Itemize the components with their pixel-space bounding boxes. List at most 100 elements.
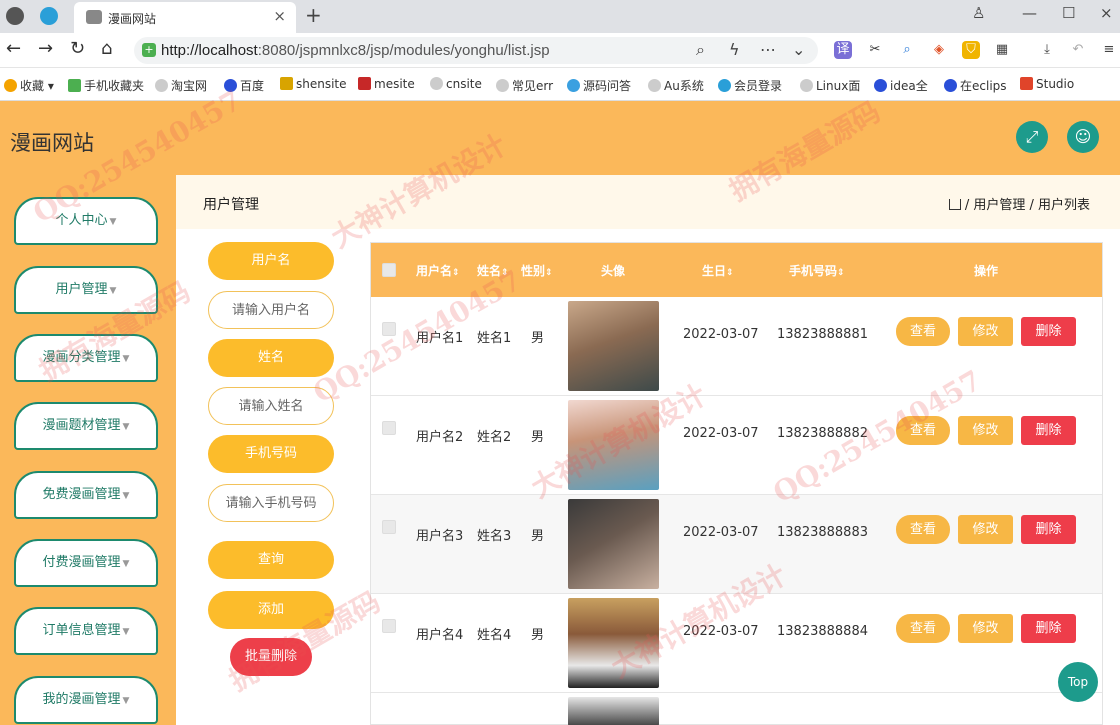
sidebar-item-users[interactable]: 用户管理 ▼: [14, 266, 158, 314]
bookmark-item[interactable]: 淘宝网: [155, 77, 207, 94]
fullscreen-icon[interactable]: ⤢: [1016, 121, 1048, 153]
scissors-icon[interactable]: ✂: [866, 41, 884, 59]
view-button[interactable]: 查看: [896, 317, 950, 346]
bookmark-item[interactable]: cnsite: [430, 77, 482, 91]
minimize-icon[interactable]: —: [1022, 4, 1037, 22]
bookmark-item[interactable]: 会员登录: [718, 77, 782, 94]
bookmark-item[interactable]: idea全: [874, 77, 928, 94]
telegram-icon[interactable]: [40, 7, 58, 25]
sidebar-item-free-comics[interactable]: 免费漫画管理 ▼: [14, 471, 158, 519]
bookmark-item[interactable]: shensite: [280, 77, 347, 91]
back-to-top-button[interactable]: Top: [1058, 662, 1098, 702]
lightning-icon[interactable]: ϟ: [729, 40, 740, 59]
menu-icon[interactable]: ≡: [1100, 41, 1118, 59]
chevron-down-icon[interactable]: ⌄: [792, 40, 805, 59]
browser-tab[interactable]: 漫画网站 ×: [74, 2, 296, 33]
translate-icon[interactable]: 译: [834, 41, 852, 59]
avatar: [568, 697, 659, 725]
bookmark-item[interactable]: 收藏 ▾: [4, 77, 54, 94]
caret-down-icon: ▼: [122, 627, 130, 637]
bookmark-item[interactable]: 百度: [224, 77, 264, 94]
view-button[interactable]: 查看: [896, 416, 950, 445]
sidebar-item-paid-comics[interactable]: 付费漫画管理 ▼: [14, 539, 158, 587]
bookmark-item[interactable]: mesite: [358, 77, 415, 91]
row-checkbox[interactable]: [382, 421, 396, 435]
url-field[interactable]: + http://localhost:8080/jspmnlxc8/jsp/mo…: [134, 37, 818, 64]
search-ext-icon[interactable]: ⌕: [898, 41, 916, 59]
query-button[interactable]: 查询: [208, 541, 334, 579]
header-phone[interactable]: 手机号码⇕: [789, 262, 845, 279]
avatar: [568, 499, 659, 589]
view-button[interactable]: 查看: [896, 515, 950, 544]
new-tab-icon[interactable]: +: [305, 3, 322, 27]
row-checkbox[interactable]: [382, 322, 396, 336]
delete-button[interactable]: 删除: [1021, 317, 1076, 346]
game-icon[interactable]: ◈: [930, 41, 948, 59]
bookmark-item[interactable]: Linux面: [800, 77, 860, 94]
forward-icon[interactable]: →: [38, 38, 53, 59]
bookmark-item[interactable]: 在eclips: [944, 77, 1007, 94]
select-all-checkbox[interactable]: [382, 263, 396, 277]
delete-button[interactable]: 删除: [1021, 614, 1076, 643]
zoom-icon[interactable]: ⌕: [696, 40, 705, 60]
browser-profile-icon[interactable]: [6, 7, 24, 25]
cell-username: 用户名3: [416, 529, 464, 544]
shield-icon[interactable]: ⛉: [962, 41, 980, 59]
home-icon[interactable]: ⌂: [101, 38, 112, 59]
edit-button[interactable]: 修改: [958, 317, 1013, 346]
sidebar-item-orders[interactable]: 订单信息管理 ▼: [14, 607, 158, 655]
bookmark-item[interactable]: Au系统: [648, 77, 704, 94]
cell-name: 姓名2: [477, 430, 512, 445]
reload-icon[interactable]: ↻: [70, 38, 85, 59]
sidebar-item-my-comics[interactable]: 我的漫画管理 ▼: [14, 676, 158, 724]
delete-button[interactable]: 删除: [1021, 515, 1076, 544]
tab-title: 漫画网站: [108, 12, 157, 26]
apps-grid-icon[interactable]: ▦: [993, 41, 1011, 59]
site-icon: [280, 77, 293, 90]
bookmark-item[interactable]: 源码问答: [567, 77, 631, 94]
view-button[interactable]: 查看: [896, 614, 950, 643]
delete-button[interactable]: 删除: [1021, 416, 1076, 445]
header-birthday[interactable]: 生日⇕: [702, 262, 734, 279]
undo-icon[interactable]: ↶: [1069, 41, 1087, 59]
cell-birthday: 2022-03-07: [683, 327, 759, 342]
cell-gender: 男: [531, 628, 545, 643]
edit-button[interactable]: 修改: [958, 515, 1013, 544]
caret-down-icon: ▼: [109, 217, 117, 227]
header-gender[interactable]: 性别⇕: [521, 262, 553, 279]
edit-button[interactable]: 修改: [958, 416, 1013, 445]
breadcrumb-path[interactable]: / 用户管理 / 用户列表: [948, 194, 1090, 213]
more-icon[interactable]: ⋯: [760, 40, 776, 59]
header-name[interactable]: 姓名⇕: [477, 262, 509, 279]
maximize-icon[interactable]: ☐: [1062, 4, 1075, 22]
sidebar-item-comic-theme[interactable]: 漫画题材管理 ▼: [14, 402, 158, 450]
sidebar-item-label: 漫画题材管理: [42, 418, 121, 433]
row-checkbox[interactable]: [382, 619, 396, 633]
phone-search-input[interactable]: [208, 484, 334, 522]
row-checkbox[interactable]: [382, 520, 396, 534]
name-label: 姓名: [208, 339, 334, 377]
add-button[interactable]: 添加: [208, 591, 334, 629]
username-search-input[interactable]: [208, 291, 334, 329]
bookmark-item[interactable]: 常见err: [496, 77, 553, 94]
edit-button[interactable]: 修改: [958, 614, 1013, 643]
batch-delete-button[interactable]: 批量删除: [230, 638, 312, 676]
site-icon: [358, 77, 371, 90]
bookmark-item[interactable]: Studio: [1020, 77, 1074, 91]
sidebar-item-personal-center[interactable]: 个人中心 ▼: [14, 197, 158, 245]
download-icon[interactable]: ⤓: [1038, 41, 1056, 59]
name-search-input[interactable]: [208, 387, 334, 425]
globe-icon: [800, 79, 813, 92]
bookmark-item[interactable]: 手机收藏夹: [68, 77, 144, 94]
cell-username: 用户名2: [416, 430, 464, 445]
shirt-icon[interactable]: ♙: [972, 4, 985, 22]
caret-down-icon: ▼: [109, 286, 117, 296]
sort-icon: ⇕: [501, 268, 509, 278]
close-window-icon[interactable]: ×: [1100, 4, 1113, 22]
home-icon[interactable]: [948, 199, 961, 210]
header-username[interactable]: 用户名⇕: [416, 262, 460, 279]
user-icon[interactable]: ☺: [1067, 121, 1099, 153]
tab-close-icon[interactable]: ×: [273, 7, 286, 25]
back-icon[interactable]: ←: [6, 38, 21, 59]
sidebar-item-comic-category[interactable]: 漫画分类管理 ▼: [14, 334, 158, 382]
